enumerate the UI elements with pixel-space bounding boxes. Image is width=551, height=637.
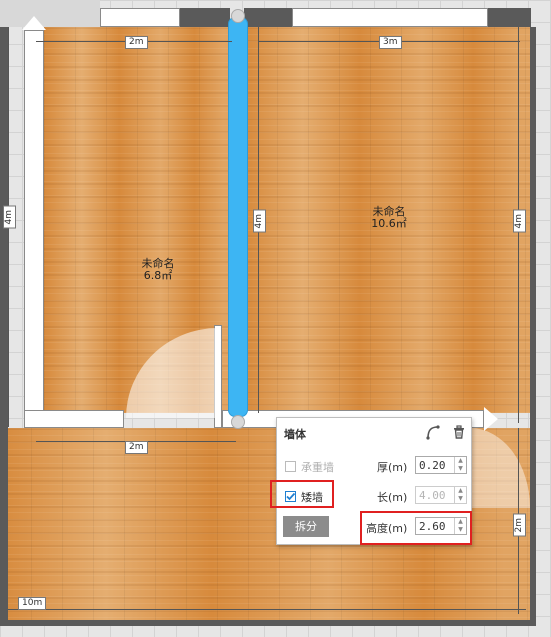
panel-title: 墙体 <box>284 428 306 441</box>
dim-line-bottom <box>8 609 526 610</box>
bearing-wall-label: 承重墙 <box>301 461 334 474</box>
outer-area <box>0 0 100 27</box>
dim-label-right-lower: 2m <box>513 514 526 537</box>
dim-label-top-right: 3m <box>379 36 402 49</box>
dim-label-bottom: 10m <box>18 597 47 610</box>
length-label: 长(m) <box>377 491 408 504</box>
middle-wall-left[interactable] <box>24 410 124 428</box>
dim-label-middle-bottom: 2m <box>125 441 148 454</box>
up-arrow-icon <box>22 16 46 30</box>
length-value <box>416 487 454 503</box>
right-outer-wall[interactable] <box>530 27 536 623</box>
length-input: ▲▼ <box>415 486 467 504</box>
room-label-right[interactable]: 未命名 10.6㎡ <box>360 206 418 230</box>
dim-label-right: 4m <box>513 210 526 233</box>
thickness-value[interactable] <box>416 457 454 473</box>
thickness-spinner[interactable]: ▲ ▼ <box>454 457 466 473</box>
top-wall-dark-right[interactable] <box>488 8 531 27</box>
top-wall-dark-left[interactable] <box>180 8 230 27</box>
top-window-right[interactable] <box>292 8 488 27</box>
panel-header: 墙体 <box>277 418 471 446</box>
bottom-outer-wall[interactable] <box>0 620 536 626</box>
curve-wall-icon[interactable] <box>425 424 441 440</box>
thickness-label: 厚(m) <box>377 461 408 474</box>
dim-label-top-left: 2m <box>125 36 148 49</box>
left-inner-wall[interactable] <box>24 30 44 428</box>
top-window-left[interactable] <box>100 8 180 27</box>
split-button[interactable]: 拆分 <box>283 516 329 537</box>
highlight-short-wall <box>270 480 334 508</box>
room-label-left[interactable]: 未命名 6.8㎡ <box>130 258 186 282</box>
room-area: 6.8㎡ <box>143 269 173 282</box>
highlight-height <box>360 511 472 545</box>
wall-endpoint-handle-bottom[interactable] <box>231 415 245 429</box>
dim-label-left: 4m <box>3 206 16 229</box>
bearing-wall-checkbox[interactable] <box>285 461 296 472</box>
length-spinner: ▲ ▼ <box>454 487 466 503</box>
left-outer-wall[interactable] <box>0 27 8 623</box>
wall-endpoint-handle-top[interactable] <box>231 9 245 23</box>
room-area: 10.6㎡ <box>371 217 407 230</box>
trash-icon[interactable] <box>451 424 467 440</box>
selected-wall[interactable] <box>229 18 247 416</box>
floor-plan-canvas[interactable]: 2m 3m 4m 4m 4m 2m 2m 10m 未命名 6.8㎡ 未命名 10… <box>0 0 551 637</box>
dim-label-mid: 4m <box>253 210 266 233</box>
right-arrow-icon <box>484 407 498 431</box>
thickness-input[interactable]: ▲▼ <box>415 456 467 474</box>
top-wall-dark-mid[interactable] <box>244 8 292 27</box>
